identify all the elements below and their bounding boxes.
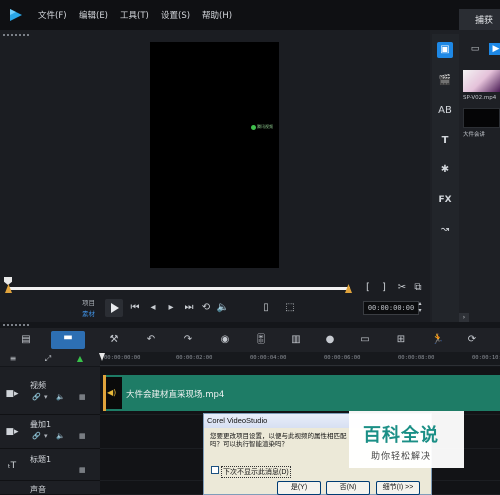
resize-icon[interactable]: ⬚ [283, 301, 297, 315]
ruler-tick: 00:00:08:00 [398, 355, 435, 361]
prev-frame-icon[interactable]: ◂ [146, 301, 160, 315]
ruler-tick: 00:00:00:00 [104, 355, 141, 361]
add-remove-chapter-icon[interactable]: ⤢ [40, 353, 56, 364]
redo-icon[interactable]: ↷ [180, 333, 196, 347]
menu-file[interactable]: 文件(F) [38, 9, 67, 21]
no-button[interactable]: 否(N) [326, 481, 370, 495]
watermark-dot-icon [251, 124, 256, 130]
timeline-view-icon[interactable]: ▬ [51, 331, 85, 349]
split-clip-icon[interactable]: ✂ [395, 281, 409, 295]
menu-bar [0, 0, 500, 30]
link-icon[interactable]: 🔗 [32, 432, 41, 440]
track-volume-icon[interactable]: 🔈 [56, 432, 65, 440]
menu-edit[interactable]: 编辑(E) [79, 9, 108, 21]
track-name-title: 标题1 [30, 455, 52, 464]
library-expand-button[interactable]: › [459, 313, 469, 322]
storyboard-view-icon[interactable]: ▤ [18, 333, 34, 347]
sound-mixer-icon[interactable]: 🎚 [253, 333, 269, 347]
auto-music-icon[interactable]: ▥ [288, 333, 304, 347]
dont-show-checkbox[interactable] [211, 466, 219, 474]
library-thumbnail[interactable] [463, 108, 500, 128]
watermark-title: 百科全说 [363, 425, 439, 446]
subtitle-editor-icon[interactable]: ▭ [357, 333, 373, 347]
dropdown-icon[interactable]: ▾ [44, 432, 48, 440]
volume-icon[interactable]: 🔈 [216, 301, 230, 315]
yes-button[interactable]: 是(Y) [277, 481, 321, 495]
next-frame-icon[interactable]: ▸ [164, 301, 178, 315]
track-name-video: 视频 [30, 381, 46, 390]
clip-label: 大件会建材直采现场.mp4 [126, 390, 225, 400]
timecode-display[interactable]: 00:00:00:00 [363, 301, 419, 315]
link-icon[interactable]: 🔗 [32, 393, 41, 401]
speed-icon[interactable]: 🏃 [430, 333, 446, 347]
track-volume-icon[interactable]: 🔈 [56, 393, 65, 401]
timeline-grip[interactable] [3, 324, 29, 326]
skip-start-icon[interactable]: ⏮ [128, 301, 142, 315]
ruler-tick: 00:00:10:00 [472, 355, 500, 361]
repeat-icon[interactable]: ⟲ [199, 301, 213, 315]
track-header-audio [0, 481, 100, 495]
overlay-track-icon: ■▸ [5, 427, 19, 437]
library-item-label: 大件会讲 [463, 132, 486, 138]
panel-grip[interactable] [3, 34, 29, 36]
dropdown-icon[interactable]: ▾ [44, 393, 48, 401]
timeline-ruler[interactable] [100, 352, 500, 366]
mark-in-icon[interactable]: [ [361, 281, 375, 295]
mode-clip[interactable]: 素材 [82, 308, 95, 318]
folder-icon[interactable]: ▭ [468, 43, 482, 55]
aspect-ratio-icon[interactable]: ▯ [259, 301, 273, 315]
undo-icon[interactable]: ↶ [143, 333, 159, 347]
filter-icon[interactable]: FX [437, 192, 453, 208]
menu-help[interactable]: 帮助(H) [202, 9, 232, 21]
menu-settings[interactable]: 设置(S) [161, 9, 190, 21]
record-capture-icon[interactable]: ◉ [217, 333, 233, 347]
mark-out-icon[interactable]: ] [377, 281, 391, 295]
media-icon[interactable]: ▣ [437, 42, 453, 58]
title-track-icon: ₜT [7, 461, 17, 471]
visibility-icon[interactable]: ▦ [79, 432, 86, 440]
timecode-stepper-icon[interactable]: ▴ ▾ [416, 300, 424, 314]
transition-icon[interactable]: AB [437, 103, 453, 119]
video-track-icon: ■▸ [5, 389, 19, 399]
track-manager-icon[interactable]: ≡ [5, 353, 21, 364]
ruler-tick: 00:00:02:00 [176, 355, 213, 361]
dialog-message: 您要更改项目设置，以便与此视频的属性相匹配吗？可以执行智能渲染吗？ [210, 433, 347, 448]
details-button[interactable]: 细节(I) >> [376, 481, 420, 495]
library-item-label: SP-V02.mp4 [463, 95, 497, 101]
play-icon [111, 303, 119, 313]
graphic-icon[interactable]: ✱ [437, 162, 453, 178]
video-filter-icon[interactable]: ▶ [489, 43, 500, 55]
enable-ripple-icon[interactable]: ▲ [72, 353, 88, 364]
ruler-tick: 00:00:06:00 [324, 355, 361, 361]
tab-capture[interactable]: 捕获 [459, 9, 500, 30]
motion-tracking-icon[interactable]: ● [322, 333, 338, 347]
ruler-tick: 00:00:04:00 [250, 355, 287, 361]
menu-tools[interactable]: 工具(T) [120, 9, 149, 21]
path-icon[interactable]: ↝ [437, 222, 453, 238]
track-name-overlay: 叠加1 [30, 420, 52, 429]
watermark-text: 腾讯视频 [257, 124, 273, 129]
library-thumbnail[interactable] [463, 70, 500, 92]
clip-audio-icon: ◀) [107, 388, 117, 397]
video-watermark: 腾讯视频 [251, 124, 273, 130]
multi-camera-icon[interactable]: ⊞ [393, 333, 409, 347]
instant-project-icon[interactable]: 🎬 [437, 73, 453, 89]
track-name-audio: 声音 [30, 485, 46, 494]
dialog-title: Corel VideoStudio [207, 416, 268, 425]
preview-screen [150, 42, 279, 268]
visibility-icon[interactable]: ▦ [79, 466, 86, 474]
visibility-icon[interactable]: ▦ [79, 393, 86, 401]
title-icon[interactable]: T [437, 133, 453, 149]
mode-project[interactable]: 项目 [82, 297, 95, 307]
play-button[interactable] [105, 299, 123, 317]
scrubber-track[interactable] [8, 287, 350, 290]
dont-show-label[interactable]: 下次不显示此消息(D) [221, 466, 291, 478]
skip-end-icon[interactable]: ⏭ [182, 301, 196, 315]
app-logo-icon [10, 9, 22, 21]
watermark-subtitle: 助你轻松解决 [371, 452, 432, 462]
enlarge-preview-icon[interactable]: ⧉ [411, 281, 425, 295]
options-icon[interactable]: ⚒ [106, 333, 122, 347]
refresh-icon[interactable]: ⟳ [464, 333, 480, 347]
